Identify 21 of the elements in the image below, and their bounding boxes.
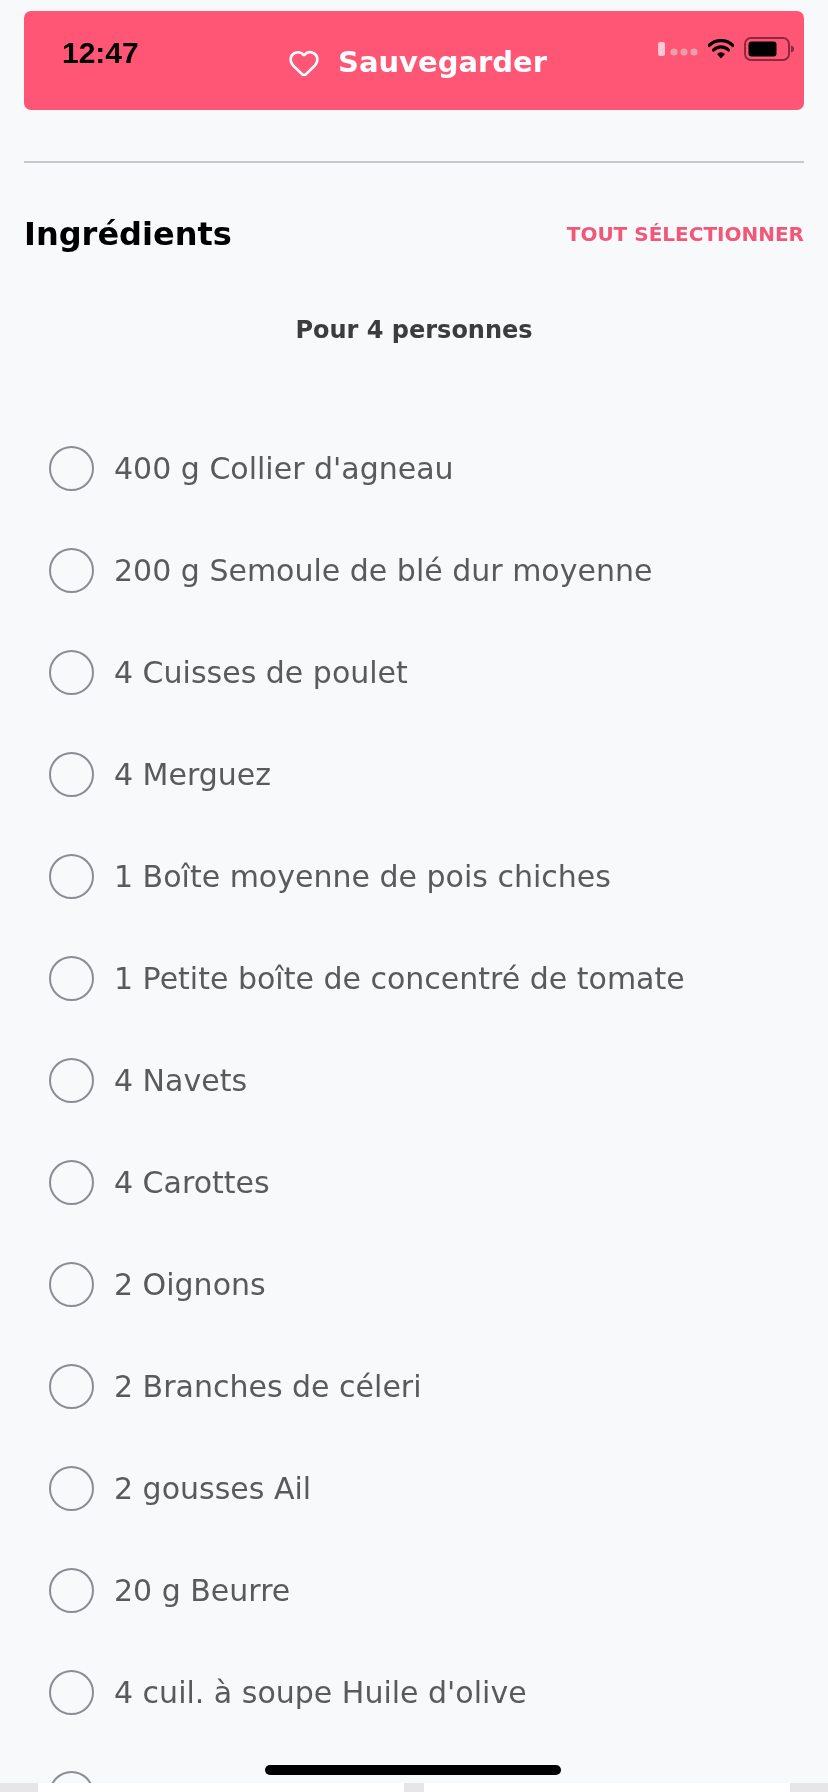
ingredient-label: 20 g Beurre — [114, 1571, 291, 1610]
save-button[interactable]: Sauvegarder — [288, 46, 548, 79]
ingredient-label: 1 Boîte moyenne de pois chiches — [114, 857, 611, 896]
ingredient-label: 4 cuil. à soupe Huile d'olive — [114, 1673, 527, 1712]
section-title: Ingrédients — [24, 214, 232, 255]
ingredient-label: 4 Navets — [114, 1061, 248, 1100]
ingredient-label: 4 Merguez — [114, 755, 272, 794]
ingredient-label: 2 gousses Ail — [114, 1469, 312, 1508]
servings-text: Pour 4 personnes — [295, 315, 533, 346]
ingredient-label: 200 g Semoule de blé dur moyenne — [114, 551, 653, 590]
ingredient-label: 4 Cuisses de poulet — [114, 653, 408, 692]
ingredient-label: 2 Branches de céleri — [114, 1367, 422, 1406]
ingredient-label: 4 Carottes — [114, 1163, 270, 1202]
ingredient-label: 2 Oignons — [114, 1265, 266, 1304]
status-time: 12:47 — [62, 38, 140, 68]
battery-icon — [744, 37, 794, 61]
ingredient-label: 400 g Collier d'agneau — [114, 449, 454, 488]
ingredient-label: 1 Petite boîte de concentré de tomate — [114, 959, 685, 998]
signal-icon — [658, 42, 698, 56]
wifi-icon — [708, 39, 734, 59]
select-all-link[interactable]: TOUT SÉLECTIONNER — [566, 219, 804, 249]
